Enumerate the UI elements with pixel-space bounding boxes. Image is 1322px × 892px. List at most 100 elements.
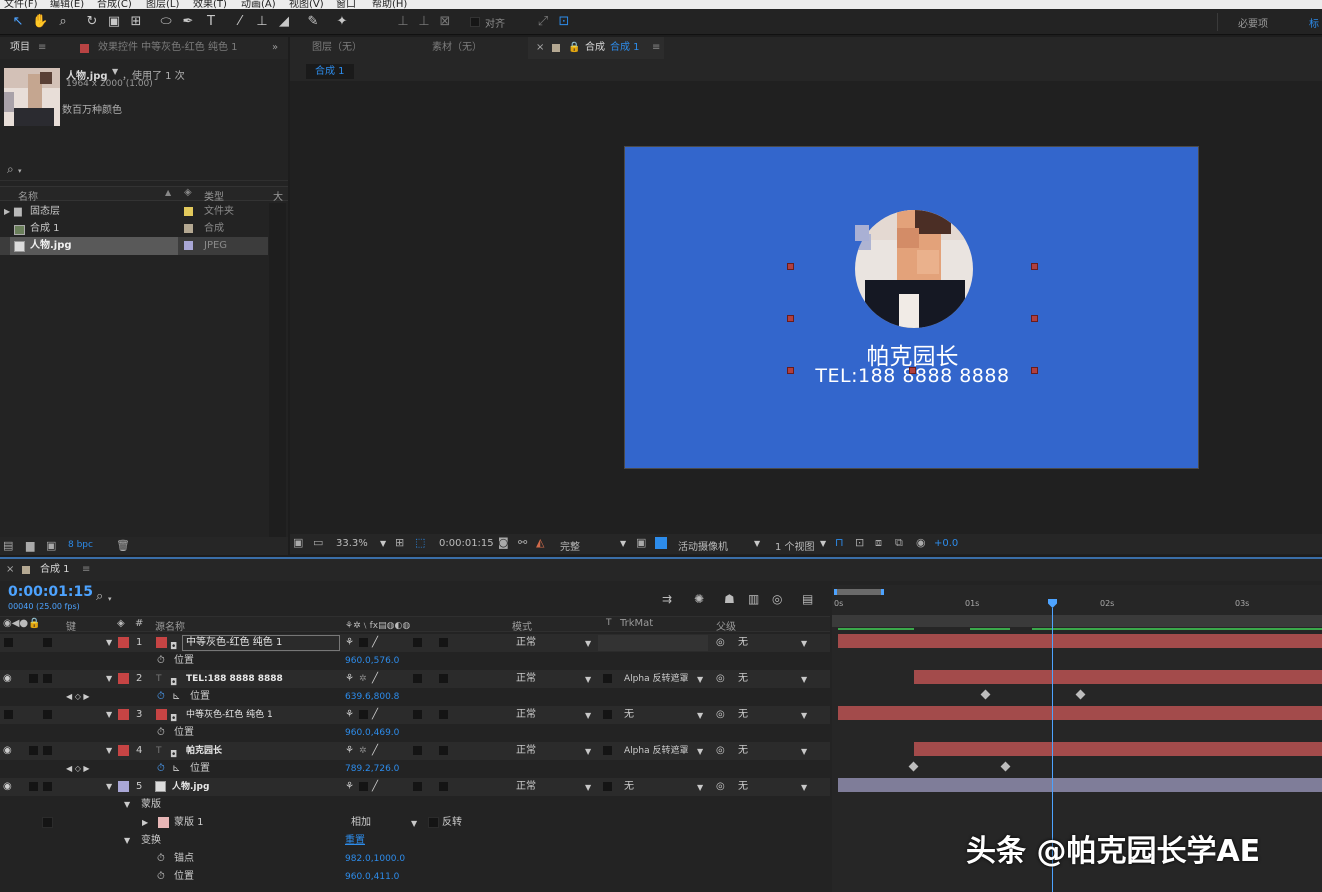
layer-handle[interactable]	[909, 367, 916, 374]
snapshot-icon[interactable]: ◙	[498, 536, 509, 549]
trkmat-select[interactable]: Alpha 反转遮罩	[624, 670, 688, 688]
mask-name[interactable]: 蒙版 1	[174, 814, 204, 832]
new-folder-icon[interactable]: ▆	[26, 539, 34, 552]
graph-icon[interactable]: ⊾	[172, 688, 180, 706]
flowchart-icon[interactable]: ⧉	[895, 536, 903, 550]
solo-toggle[interactable]	[28, 781, 39, 792]
region-of-interest-icon[interactable]: ⬚	[415, 536, 425, 549]
tab-timeline[interactable]: 合成 1	[40, 559, 70, 581]
tab-effect-controls[interactable]: 效果控件 中等灰色-红色 纯色 1	[98, 37, 238, 59]
lock-toggle[interactable]	[42, 673, 53, 684]
tab-project[interactable]: 项目	[10, 37, 30, 59]
channel-icon[interactable]: ◭	[536, 536, 544, 549]
tab-composition-name[interactable]: 合成 1	[610, 37, 640, 59]
breadcrumb[interactable]: 合成 1	[306, 64, 354, 79]
puppet-tool-icon[interactable]: ✦	[334, 13, 350, 31]
clone-stamp-tool-icon[interactable]: ⊥	[254, 13, 270, 31]
toggle-pixel-aspect-icon[interactable]: ⊓	[835, 536, 844, 549]
property-row[interactable]: ⏱ 锚点 982.0,1000.0	[0, 850, 830, 868]
layer-label-color[interactable]	[118, 637, 129, 648]
layer-row-3[interactable]: ▼ 3 ◘ 中等灰色-红色 纯色 1 ⚘ ╱ 正常 ▼ 无 ▼ ◎ 无 ▼	[0, 706, 830, 724]
workspace-standard[interactable]: 标	[1309, 15, 1319, 30]
parent-select[interactable]: 无	[738, 742, 748, 760]
3d-switch[interactable]	[438, 781, 449, 792]
eye-icon[interactable]: ◉	[3, 670, 12, 688]
timeline-icon[interactable]: ⧈	[875, 536, 882, 550]
menu-edit[interactable]: 编辑(E)	[50, 0, 84, 9]
project-item-folder[interactable]: ▶ ▆ 固态层 文件夹 ⧉	[0, 203, 288, 221]
keyframe-nav-icons[interactable]: ◀ ◇ ▶	[66, 688, 90, 706]
pick-whip-icon[interactable]: ◎	[716, 670, 725, 688]
exposure-reset-icon[interactable]: ◉	[916, 536, 926, 549]
timeline-menu-icon[interactable]: ≡	[82, 559, 90, 581]
mode-select[interactable]: 正常	[516, 742, 536, 760]
layer-name[interactable]: 人物.jpg	[172, 778, 209, 796]
parent-select[interactable]: 无	[738, 634, 748, 652]
exposure-value[interactable]: +0.0	[934, 538, 958, 549]
parent-select[interactable]: 无	[738, 778, 748, 796]
shy-switch-icon[interactable]: ⚘	[345, 670, 354, 688]
search-icon[interactable]: ⌕	[7, 162, 14, 177]
panel-overflow-icon[interactable]: »	[272, 37, 278, 59]
layer-name[interactable]: 中等灰色-红色 纯色 1	[182, 635, 340, 651]
work-area-navigator[interactable]	[834, 589, 884, 595]
trkmat-dropdown-icon[interactable]: ▼	[697, 779, 703, 797]
always-preview-icon[interactable]: ▣	[293, 536, 303, 549]
keyframe[interactable]	[1075, 689, 1086, 700]
lock-icon[interactable]: 🔒	[568, 37, 580, 59]
zoom-level[interactable]: 33.3%	[336, 538, 368, 549]
trkmat-select[interactable]: 无	[624, 706, 634, 724]
av-features-icon[interactable]: ◉◀●🔒	[3, 618, 41, 629]
brush-tool-icon[interactable]: ⁄	[232, 13, 248, 31]
property-value[interactable]: 960.0,576.0	[345, 652, 399, 670]
tab-layer[interactable]: 图层（无）	[312, 37, 362, 59]
draft-3d-icon[interactable]: ✺	[694, 592, 704, 606]
mode-dropdown-icon[interactable]: ▼	[585, 671, 591, 689]
layer-label-color[interactable]	[118, 673, 129, 684]
zoom-dropdown-icon[interactable]: ▼	[380, 539, 386, 548]
keyframe-nav-icons[interactable]: ◀ ◇ ▶	[66, 760, 90, 778]
property-value[interactable]: 639.6,800.8	[345, 688, 399, 706]
quality-icon[interactable]: ╱	[372, 670, 378, 688]
new-composition-icon[interactable]: ▣	[46, 539, 56, 552]
time-ruler[interactable]: 0s 01s 02s 03s	[832, 597, 1322, 615]
quality-icon[interactable]: ╱	[372, 634, 378, 652]
property-value[interactable]: 982.0,1000.0	[345, 850, 405, 868]
close-timeline-icon[interactable]: ×	[6, 559, 14, 581]
preserve-transparency-toggle[interactable]	[602, 709, 613, 720]
graph-icon[interactable]: ⊾	[172, 760, 180, 778]
keyframe[interactable]	[908, 761, 919, 772]
fast-preview-icon[interactable]: ⊡	[855, 536, 864, 549]
solo-toggle[interactable]	[28, 745, 39, 756]
frame-blending-icon[interactable]: ▥	[748, 592, 759, 606]
layer-bar-1[interactable]	[838, 634, 1322, 648]
group-expand-icon[interactable]: ▼	[124, 796, 130, 814]
shy-layers-icon[interactable]: ☗	[724, 592, 735, 606]
parent-dropdown-icon[interactable]: ▼	[801, 779, 807, 797]
parent-dropdown-icon[interactable]: ▼	[801, 671, 807, 689]
label-swatch[interactable]	[184, 207, 193, 216]
mask-mode-dropdown-icon[interactable]: ▼	[411, 815, 417, 833]
parent-dropdown-icon[interactable]: ▼	[801, 635, 807, 653]
layer-row-4[interactable]: ◉ ▼ 4 T ◘ 帕克园长 ⚘ ✲ ╱ 正常 ▼ Alpha 反转遮罩 ▼ ◎…	[0, 742, 830, 760]
snap-checkbox[interactable]	[470, 17, 480, 27]
composition-canvas[interactable]: 帕克园长 TEL:188 8888 8888	[624, 146, 1199, 469]
mask-mode-select[interactable]: 相加	[351, 814, 371, 832]
layer-handle[interactable]	[787, 367, 794, 374]
layer-name[interactable]: 帕克园长	[186, 742, 222, 760]
trkmat-select[interactable]: Alpha 反转遮罩	[624, 742, 688, 760]
motion-blur-icon[interactable]: ◎	[772, 592, 782, 606]
mask-lock-toggle[interactable]	[42, 817, 53, 828]
stopwatch-icon[interactable]: ⏱	[157, 868, 165, 886]
menu-view[interactable]: 视图(V)	[289, 0, 324, 9]
column-type[interactable]: 类型	[204, 188, 224, 203]
layer-bar-4[interactable]	[914, 742, 1322, 756]
rotate-tool-icon[interactable]: ↻	[84, 13, 100, 31]
graph-editor-icon[interactable]: ▤	[802, 592, 813, 606]
close-tab-icon[interactable]: ×	[536, 37, 544, 59]
roto-brush-tool-icon[interactable]: ✎	[305, 13, 321, 31]
reset-link[interactable]: 重置	[345, 832, 365, 850]
layer-name[interactable]: TEL:188 8888 8888	[186, 670, 283, 688]
fast-previews-icon[interactable]: ▣	[636, 536, 646, 549]
layer-handle[interactable]	[787, 263, 794, 270]
